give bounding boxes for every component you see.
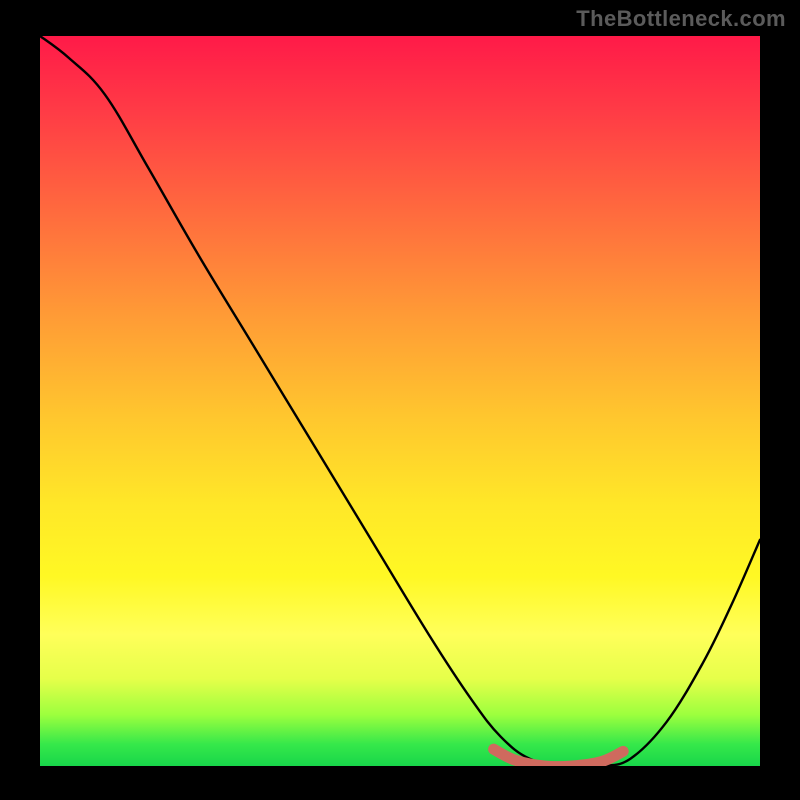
curve-layer — [40, 36, 760, 766]
optimal-band-path — [494, 749, 624, 766]
plot-area — [40, 36, 760, 766]
bottleneck-curve-path — [40, 36, 760, 766]
watermark-text: TheBottleneck.com — [576, 6, 786, 32]
chart-frame: TheBottleneck.com — [0, 0, 800, 800]
